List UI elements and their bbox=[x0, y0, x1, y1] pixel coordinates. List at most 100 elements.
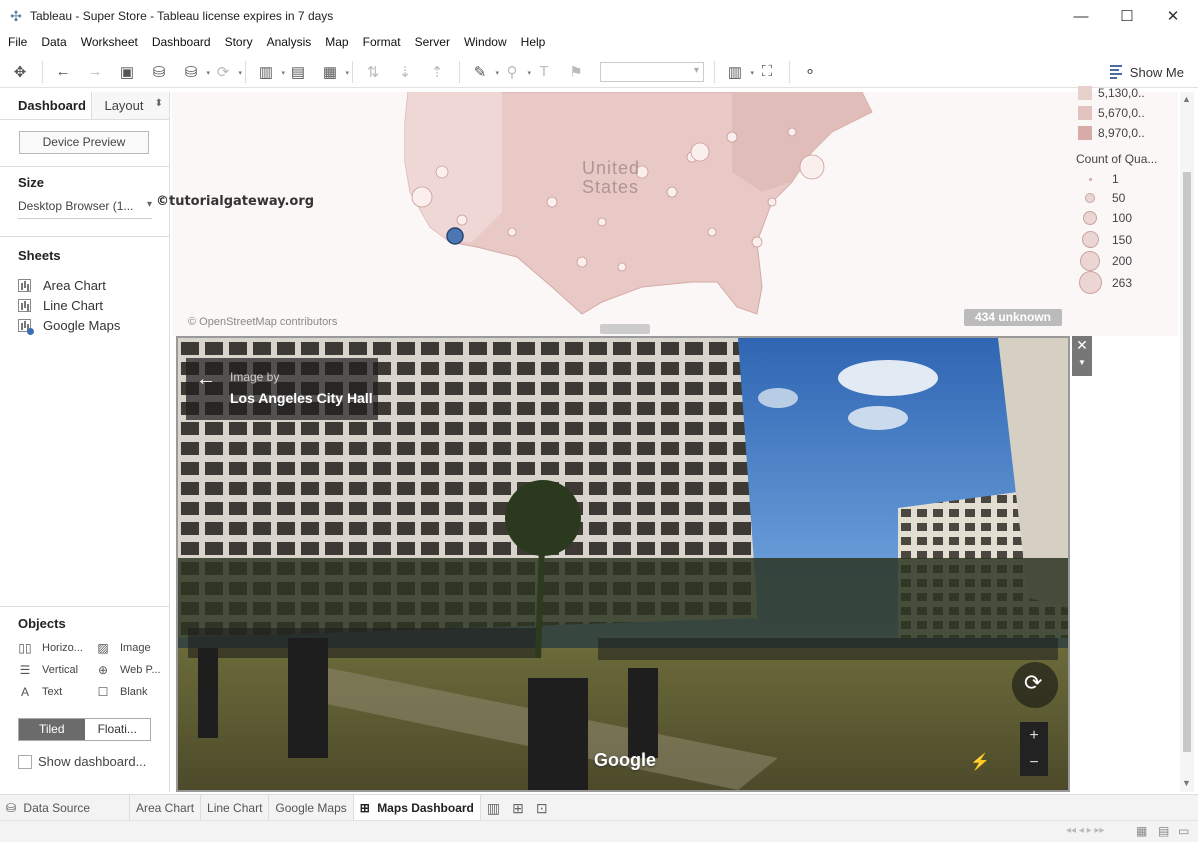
back-arrow-icon[interactable]: ← bbox=[196, 368, 216, 391]
legend-count-item[interactable]: 150 bbox=[1078, 231, 1132, 248]
zoom-in-button[interactable]: + bbox=[1020, 722, 1048, 749]
menu-format[interactable]: Format bbox=[363, 35, 401, 49]
maximize-button[interactable]: ☐ bbox=[1104, 0, 1150, 32]
legend-size-slot bbox=[1078, 271, 1102, 294]
legend-count-item[interactable]: 200 bbox=[1078, 251, 1132, 271]
legend-label: 100 bbox=[1112, 211, 1133, 225]
legend-count-item[interactable]: 100 bbox=[1078, 211, 1132, 225]
tiled-button[interactable]: Tiled bbox=[19, 719, 85, 740]
save-icon[interactable]: ▣ bbox=[115, 60, 139, 84]
legend-color-item[interactable]: 5,130,0.. bbox=[1078, 86, 1145, 100]
legend-swatch bbox=[1078, 106, 1092, 120]
show-labels-icon[interactable]: T bbox=[532, 60, 556, 84]
clear-sheet-icon[interactable]: ▦ ▾ bbox=[318, 60, 349, 84]
minimize-button[interactable]: — bbox=[1058, 0, 1104, 32]
object-vertical[interactable]: ☰ Vertical bbox=[18, 663, 78, 677]
duplicate-sheet-icon[interactable]: ▤ bbox=[286, 60, 310, 84]
menu-window[interactable]: Window bbox=[464, 35, 507, 49]
sheet-item-line-chart[interactable]: Line Chart bbox=[18, 296, 103, 314]
tab-data-source[interactable]: ⛁ Data Source bbox=[0, 794, 130, 821]
sheet-item-label: Google Maps bbox=[43, 317, 121, 333]
tab-maps-dashboard[interactable]: ⊞ Maps Dashboard bbox=[353, 794, 481, 821]
menu-data[interactable]: Data bbox=[41, 35, 66, 49]
tab-navigation-icon[interactable]: ◂◂ ◂ ▸ ▸▸ bbox=[1066, 825, 1104, 836]
show-dashboard-title-checkbox[interactable]: Show dashboard... bbox=[18, 754, 146, 769]
menu-map[interactable]: Map bbox=[325, 35, 348, 49]
map-attribution[interactable]: © OpenStreetMap contributors bbox=[188, 316, 337, 328]
undo-icon[interactable]: ← bbox=[51, 60, 75, 84]
legend-size-slot bbox=[1078, 211, 1102, 225]
unknown-values-badge[interactable]: 434 unknown bbox=[964, 309, 1062, 326]
legend-count-item[interactable]: 1 bbox=[1078, 172, 1119, 186]
remove-object-button[interactable]: ✕ ▼ bbox=[1072, 336, 1092, 376]
device-preview-button[interactable]: Device Preview bbox=[19, 131, 149, 154]
refresh-icon[interactable]: ⟳ ▾ bbox=[211, 60, 242, 84]
object-label: Blank bbox=[120, 686, 148, 698]
show-me-button[interactable]: Show Me bbox=[1109, 60, 1184, 84]
sort-descending-icon[interactable]: ⇡ bbox=[425, 60, 449, 84]
floating-button[interactable]: Floati... bbox=[84, 719, 150, 740]
legend-color-item[interactable]: 8,970,0.. bbox=[1078, 126, 1145, 140]
tab-area-chart[interactable]: Area Chart bbox=[130, 794, 202, 821]
legend-count-item[interactable]: 50 bbox=[1078, 191, 1125, 205]
object-blank[interactable]: ☐ Blank bbox=[96, 685, 148, 699]
tab-layout[interactable]: Layout bbox=[91, 92, 169, 119]
legend-count-item[interactable]: 263 bbox=[1078, 271, 1132, 294]
container-drag-handle[interactable] bbox=[600, 324, 650, 334]
compass-icon[interactable] bbox=[1012, 662, 1058, 708]
fit-select[interactable] bbox=[600, 61, 704, 82]
size-select[interactable]: Desktop Browser (1... bbox=[18, 199, 152, 219]
show-cards-icon[interactable]: ▥ ▾ bbox=[723, 60, 754, 84]
menu-file[interactable]: File bbox=[8, 35, 27, 49]
zoom-out-button[interactable]: − bbox=[1020, 749, 1048, 776]
pin-icon[interactable]: ⚑ bbox=[564, 60, 588, 84]
selected-city-marker[interactable] bbox=[446, 227, 464, 245]
tableau-home-icon[interactable]: ✥ bbox=[8, 60, 32, 84]
swap-icon[interactable]: ⇅ bbox=[361, 60, 385, 84]
tab-line-chart[interactable]: Line Chart bbox=[201, 794, 270, 821]
pegman-icon[interactable]: ⚡ bbox=[970, 752, 990, 772]
object-web-page[interactable]: ⊕ Web P... bbox=[96, 663, 161, 677]
menu-server[interactable]: Server bbox=[415, 35, 450, 49]
new-worksheet-icon[interactable]: ▥ bbox=[481, 795, 506, 821]
map-view[interactable]: United States bbox=[172, 92, 1178, 336]
menu-story[interactable]: Story bbox=[225, 35, 253, 49]
new-story-icon[interactable]: ⊡ bbox=[530, 795, 554, 821]
new-data-source-icon[interactable]: ⛁ bbox=[147, 60, 171, 84]
group-icon[interactable]: ⚲ ▾ bbox=[500, 60, 532, 84]
object-horizontal[interactable]: ▯▯ Horizo... bbox=[18, 641, 83, 655]
sheet-item-google-maps[interactable]: Google Maps bbox=[18, 316, 121, 335]
vertical-scrollbar[interactable]: ▲ ▼ bbox=[1180, 92, 1194, 792]
sorter-view-icon[interactable]: ▤ bbox=[1158, 824, 1169, 838]
pause-updates-icon[interactable]: ⛁ ▾ bbox=[179, 60, 210, 84]
us-map: United States bbox=[404, 92, 873, 315]
new-worksheet-icon[interactable]: ▥ ▾ bbox=[254, 60, 285, 84]
presentation-mode-icon[interactable]: ⛶ bbox=[755, 60, 779, 84]
scrollbar-thumb[interactable] bbox=[1183, 172, 1191, 752]
more-options-icon[interactable]: ▼ bbox=[1072, 354, 1092, 372]
menu-dashboard[interactable]: Dashboard bbox=[152, 35, 211, 49]
tab-dashboard[interactable]: Dashboard bbox=[0, 92, 91, 119]
redo-icon[interactable]: → bbox=[83, 60, 107, 84]
place-name[interactable]: Los Angeles City Hall bbox=[230, 390, 373, 406]
menu-worksheet[interactable]: Worksheet bbox=[81, 35, 138, 49]
filmstrip-view-icon[interactable]: ▦ bbox=[1136, 824, 1147, 838]
horizontal-container-icon: ▯▯ bbox=[18, 641, 32, 655]
object-text[interactable]: A Text bbox=[18, 685, 62, 699]
share-icon[interactable]: ⚬ bbox=[798, 60, 822, 84]
legend-color-item[interactable]: 5,670,0.. bbox=[1078, 106, 1145, 120]
palm-crown bbox=[505, 480, 581, 556]
tabs-view-icon[interactable]: ▭ bbox=[1178, 824, 1189, 838]
close-button[interactable]: ✕ bbox=[1150, 0, 1196, 32]
scroll-up-icon[interactable]: ▲ bbox=[1182, 94, 1191, 104]
scroll-down-icon[interactable]: ▼ bbox=[1182, 778, 1191, 788]
highlight-icon[interactable]: ✎ ▾ bbox=[468, 60, 499, 84]
object-image[interactable]: ▨ Image bbox=[96, 641, 150, 655]
sort-ascending-icon[interactable]: ⇣ bbox=[393, 60, 417, 84]
new-dashboard-icon[interactable]: ⊞ bbox=[506, 795, 530, 821]
legend-size-slot bbox=[1078, 251, 1102, 271]
menu-analysis[interactable]: Analysis bbox=[267, 35, 312, 49]
sheet-item-area-chart[interactable]: Area Chart bbox=[18, 276, 106, 294]
tab-google-maps[interactable]: Google Maps bbox=[269, 794, 354, 821]
menu-help[interactable]: Help bbox=[521, 35, 546, 49]
